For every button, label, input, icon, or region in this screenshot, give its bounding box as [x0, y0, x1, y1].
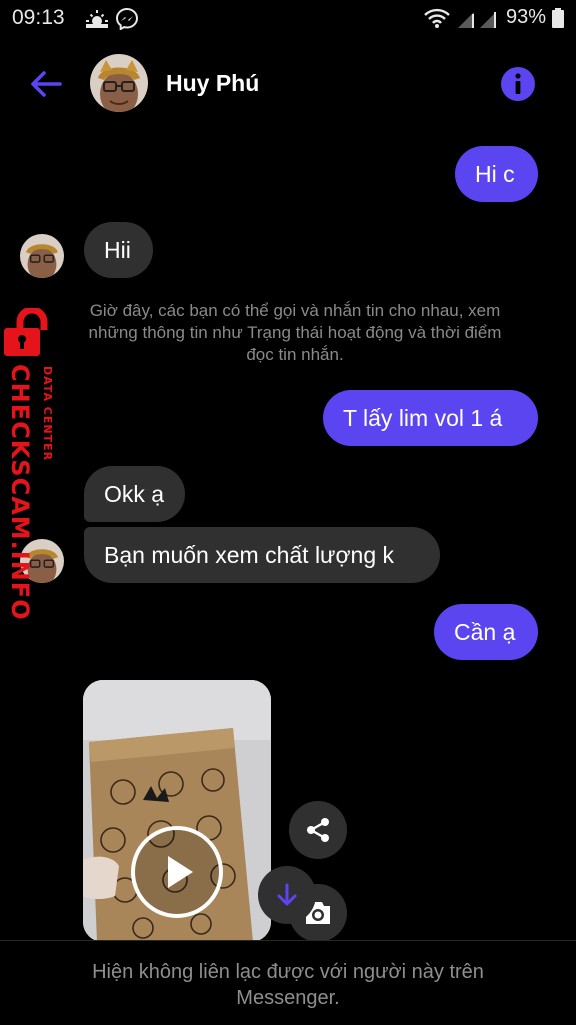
unavailable-notice: Hiện không liên lạc được với người này t…	[92, 961, 484, 1009]
battery-percent: 93%	[505, 6, 546, 28]
composer-unavailable-banner: Hiện không liên lạc được với người này t…	[0, 940, 576, 1025]
contact-avatar[interactable]	[90, 54, 148, 112]
conversation-header: Huy Phú	[0, 50, 576, 120]
arrow-down-icon	[277, 883, 297, 906]
outgoing-message[interactable]: T lấy lim vol 1 á	[323, 390, 538, 446]
back-arrow-icon[interactable]	[26, 66, 66, 102]
weather-icon	[86, 10, 108, 28]
outgoing-message[interactable]: Cần ạ	[434, 604, 538, 660]
incoming-message[interactable]: Bạn muốn xem chất lượng k	[84, 527, 440, 583]
battery-icon	[552, 7, 564, 28]
system-message: Giờ đây, các bạn có thể gọi và nhắn tin …	[88, 301, 502, 364]
scroll-to-bottom-button[interactable]	[258, 866, 316, 924]
signal-icon	[457, 11, 496, 28]
messenger-icon	[116, 8, 138, 30]
wifi-icon	[424, 8, 450, 28]
outgoing-message[interactable]: Hi c	[455, 146, 538, 202]
status-time: 09:13	[12, 6, 65, 29]
incoming-message[interactable]: Okk ạ	[84, 466, 185, 522]
contact-name[interactable]: Huy Phú	[166, 70, 259, 97]
play-button-icon[interactable]	[129, 824, 225, 920]
watermark-brand: CHECKSCAM.INFO	[6, 364, 34, 621]
contact-avatar-small	[20, 234, 64, 278]
padlock-icon	[4, 308, 48, 356]
info-icon[interactable]	[500, 66, 536, 102]
incoming-message[interactable]: Hii	[84, 222, 153, 278]
share-button[interactable]	[289, 801, 347, 859]
watermark-tagline: DATA CENTER	[41, 366, 54, 462]
watermark: CHECKSCAM.INFO DATA CENTER	[2, 308, 64, 621]
share-icon	[307, 818, 329, 842]
status-bar: 09:13 93%	[0, 0, 576, 40]
